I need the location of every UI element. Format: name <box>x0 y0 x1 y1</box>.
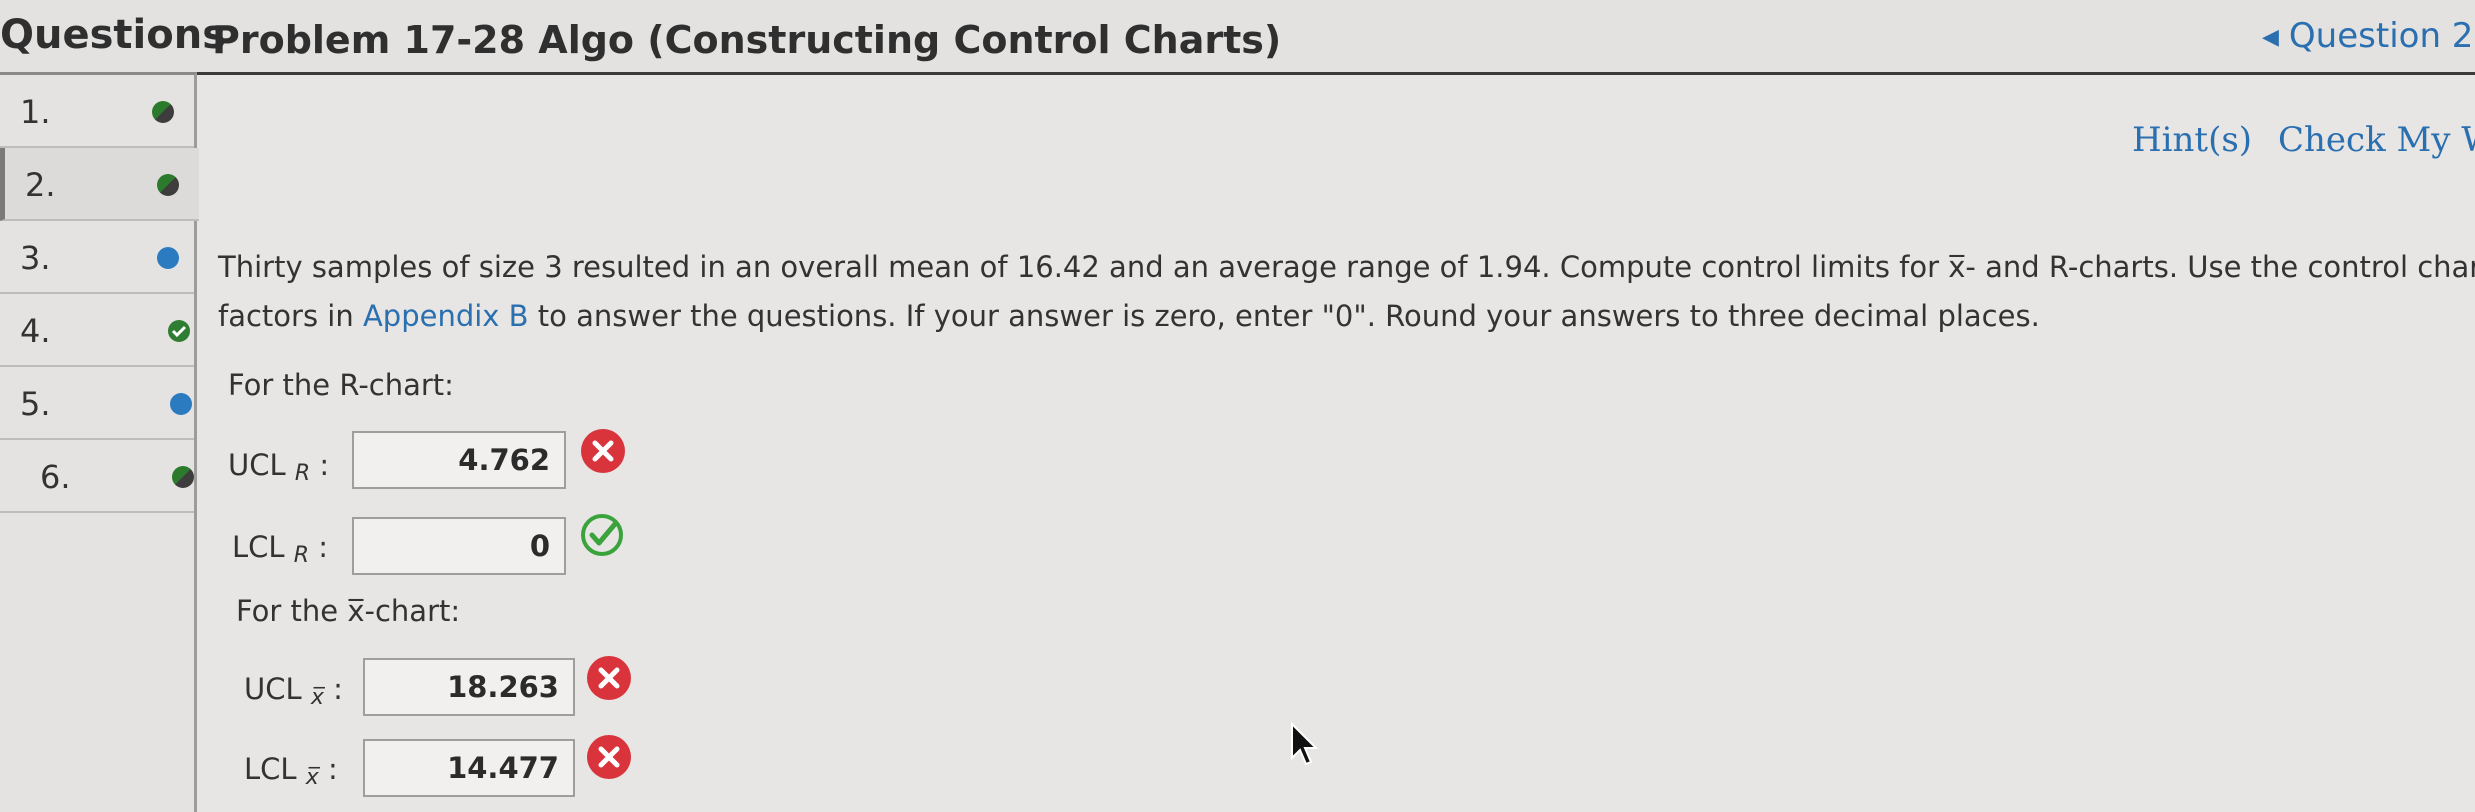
ucl-xbar-subscript: x̅ <box>310 685 324 710</box>
sidebar-item-number: 4. <box>20 312 51 350</box>
lcl-xbar-label: LCL x̅ : <box>244 752 338 790</box>
unanswered-status-icon <box>170 393 192 415</box>
lcl-r-subscript: R <box>293 543 310 568</box>
lcl-r-label: LCL R : <box>232 530 329 568</box>
incorrect-x-icon <box>587 735 631 779</box>
lcl-xbar-subscript: x̅ <box>305 765 319 790</box>
question-nav-link[interactable]: ◀ Question 2 c <box>2262 16 2475 56</box>
correct-check-icon <box>581 514 623 556</box>
r-chart-heading: For the R-chart: <box>228 368 454 402</box>
incorrect-x-icon <box>587 656 631 700</box>
unanswered-status-icon <box>157 247 179 269</box>
check-my-work-link[interactable]: Check My Wo <box>2278 120 2475 160</box>
question-nav-label: Question 2 c <box>2288 16 2475 56</box>
problem-title: Problem 17-28 Algo (Constructing Control… <box>212 18 1282 62</box>
ucl-r-input[interactable]: 4.762 <box>352 431 566 489</box>
ucl-r-subscript: R <box>294 461 311 486</box>
lcl-xbar-label-text: LCL <box>244 752 297 786</box>
sidebar-item-3[interactable]: 3. <box>0 221 194 294</box>
title-divider <box>192 72 2475 75</box>
lcl-r-label-text: LCL <box>232 530 285 564</box>
sidebar-item-number: 1. <box>20 93 51 131</box>
sidebar-item-number: 2. <box>25 166 56 204</box>
sidebar-item-number: 3. <box>20 239 51 277</box>
partial-status-icon <box>157 174 179 196</box>
problem-line-2-post: to answer the questions. If your answer … <box>528 299 2040 333</box>
sidebar-item-6[interactable]: 6. <box>0 440 194 513</box>
appendix-b-link[interactable]: Appendix B <box>363 299 529 333</box>
ucl-xbar-label-text: UCL <box>244 672 302 706</box>
partial-status-icon <box>172 466 194 488</box>
hints-link[interactable]: Hint(s) <box>2132 120 2252 160</box>
incorrect-x-icon <box>581 429 625 473</box>
top-bar: Questions Problem 17-28 Algo (Constructi… <box>0 0 2475 72</box>
lcl-r-input[interactable]: 0 <box>352 517 566 575</box>
sidebar-item-number: 5. <box>20 385 51 423</box>
problem-line-2-pre: factors in <box>218 299 363 333</box>
sidebar-item-1[interactable]: 1. <box>0 75 194 148</box>
sidebar-item-2[interactable]: 2. <box>0 148 199 221</box>
sidebar-item-5[interactable]: 5. <box>0 367 194 440</box>
lcl-xbar-input[interactable]: 14.477 <box>363 739 575 797</box>
problem-statement: Thirty samples of size 3 resulted in an … <box>218 243 2475 341</box>
sidebar-item-number: 6. <box>40 458 71 496</box>
problem-line-1: Thirty samples of size 3 resulted in an … <box>218 250 2475 284</box>
mouse-cursor-icon <box>1291 722 1319 766</box>
questions-title: Questions <box>0 12 227 58</box>
ucl-xbar-label: UCL x̅ : <box>244 672 343 710</box>
triangle-left-icon: ◀ <box>2262 25 2279 50</box>
ucl-r-label: UCL R : <box>228 448 330 486</box>
question-sidebar: 1. 2. 3. 4. 5. 6. <box>0 72 199 812</box>
sidebar-item-4[interactable]: 4. <box>0 294 194 367</box>
ucl-xbar-input[interactable]: 18.263 <box>363 658 575 716</box>
ucl-r-label-text: UCL <box>228 448 286 482</box>
partial-status-icon <box>152 101 174 123</box>
problem-line-2: factors in Appendix B to answer the ques… <box>218 292 2475 341</box>
correct-status-icon <box>168 320 190 342</box>
xbar-chart-heading: For the x̅-chart: <box>236 594 461 628</box>
